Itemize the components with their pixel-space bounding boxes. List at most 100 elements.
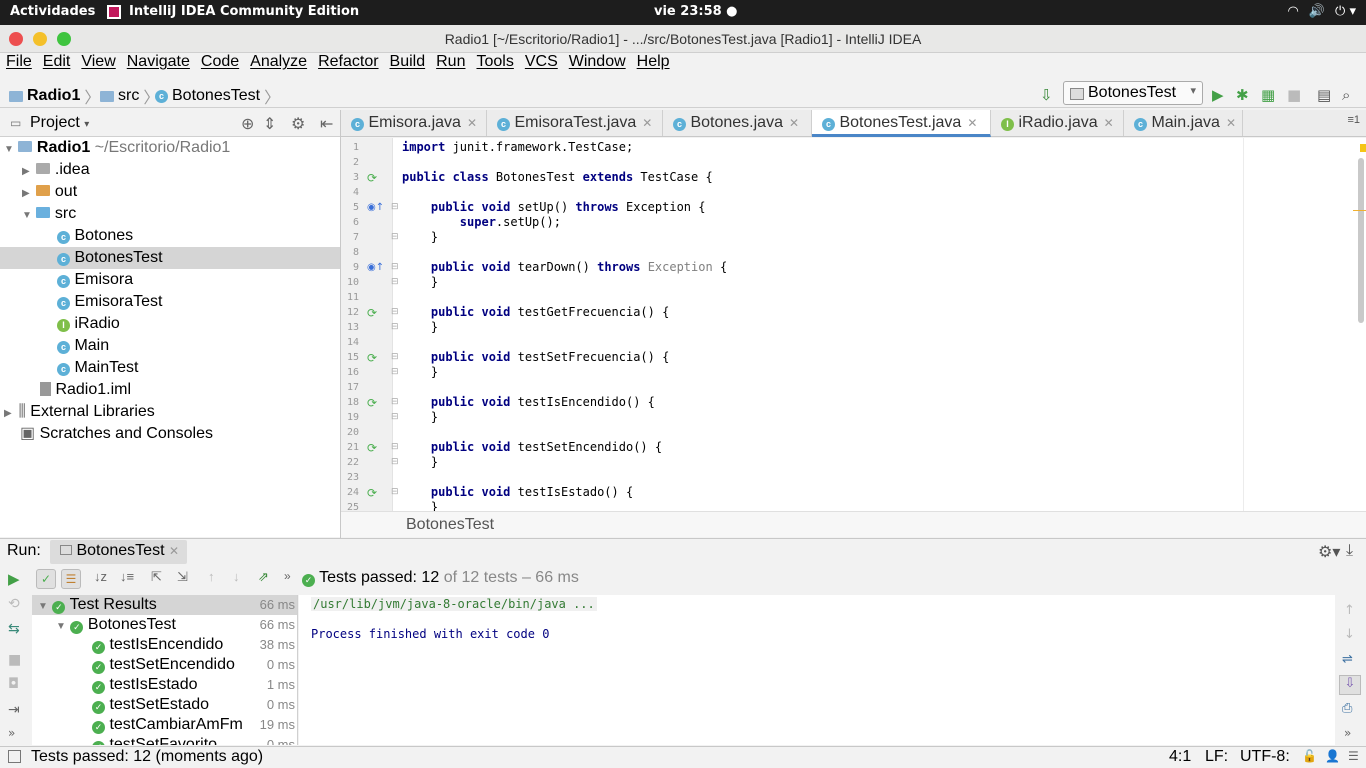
close-icon[interactable]: ✕ <box>467 116 477 130</box>
menu-view[interactable]: View <box>81 53 115 76</box>
file-encoding[interactable]: UTF-8: <box>1240 748 1290 766</box>
locate-icon[interactable]: ⊕ <box>241 114 254 134</box>
tree-node-external-libraries[interactable]: ▶ ⫼ External Libraries <box>0 401 340 423</box>
override-gutter-icon[interactable]: ◉↑ <box>367 262 384 273</box>
menu-file[interactable]: File <box>6 53 32 76</box>
fold-icon[interactable]: ⊟ <box>391 457 399 467</box>
tree-node-emisoratest[interactable]: c EmisoraTest <box>0 291 340 313</box>
rerun-failed-icon[interactable]: ⟲ <box>8 596 20 612</box>
collapse-all-icon[interactable]: ⇲ <box>177 569 188 585</box>
error-stripe-mark[interactable] <box>1353 210 1366 211</box>
menu-analyze[interactable]: Analyze <box>250 53 307 76</box>
menu-refactor[interactable]: Refactor <box>318 53 378 76</box>
print-icon[interactable]: ⎙ <box>1342 701 1352 716</box>
run-test-gutter-icon[interactable]: ⟳ <box>367 351 377 365</box>
menu-edit[interactable]: Edit <box>43 53 71 76</box>
run-configuration-select[interactable]: BotonesTest ▾ <box>1063 81 1203 105</box>
test-row[interactable]: ✓ testIsEncendido 38 ms <box>32 635 297 655</box>
code-editor[interactable] <box>393 138 1243 511</box>
close-icon[interactable]: ✕ <box>169 544 179 558</box>
show-passed-icon[interactable]: ✓ <box>36 569 56 589</box>
fold-icon[interactable]: ⊟ <box>391 307 399 317</box>
fold-icon[interactable]: ⊟ <box>391 262 399 272</box>
close-icon[interactable]: ✕ <box>789 116 799 130</box>
show-ignored-icon[interactable]: ☰ <box>61 569 81 589</box>
soft-wrap-icon[interactable]: ⇌ <box>1342 652 1353 667</box>
menu-run[interactable]: Run <box>436 53 465 76</box>
run-tab-botonestest[interactable]: BotonesTest ✕ <box>50 540 188 564</box>
run-test-gutter-icon[interactable]: ⟳ <box>367 306 377 320</box>
status-message[interactable]: Tests passed: 12 (moments ago) <box>31 748 263 766</box>
test-row[interactable]: ▼ ✓ BotonesTest 66 ms <box>32 615 297 635</box>
close-icon[interactable]: ✕ <box>1104 116 1114 130</box>
tree-node-idea[interactable]: ▶ .idea <box>0 159 340 181</box>
previous-failed-icon[interactable]: ↑ <box>208 569 215 584</box>
fold-icon[interactable]: ⊟ <box>391 487 399 497</box>
system-tray[interactable]: ◠ 🔊 ⏻ ▾ <box>1288 4 1356 19</box>
tree-node-main[interactable]: c Main <box>0 335 340 357</box>
vertical-scrollbar[interactable] <box>1358 158 1364 323</box>
close-icon[interactable]: ✕ <box>642 116 652 130</box>
close-icon[interactable]: ✕ <box>967 116 977 130</box>
test-row[interactable]: ▼ ✓ Test Results 66 ms <box>32 595 297 615</box>
stop-icon[interactable]: ■ <box>1287 86 1301 104</box>
override-gutter-icon[interactable]: ◉↑ <box>367 202 384 213</box>
search-icon[interactable]: ⌕ <box>1342 86 1350 104</box>
fold-icon[interactable]: ⊟ <box>391 322 399 332</box>
tree-node-botonestest[interactable]: c BotonesTest <box>0 247 340 269</box>
fold-icon[interactable]: ⊟ <box>391 442 399 452</box>
inspector-icon[interactable]: 👤 <box>1325 749 1340 763</box>
hide-panel-icon[interactable]: ⇤ <box>320 114 333 134</box>
run-test-gutter-icon[interactable]: ⟳ <box>367 486 377 500</box>
tab-iradio[interactable]: I iRadio.java ✕ <box>991 110 1124 136</box>
tree-node-out[interactable]: ▶ out <box>0 181 340 203</box>
test-row[interactable]: ✓ testSetEncendido 0 ms <box>32 655 297 675</box>
tree-node-botones[interactable]: c Botones <box>0 225 340 247</box>
tree-node-iradio[interactable]: I iRadio <box>0 313 340 335</box>
fold-icon[interactable]: ⊟ <box>391 352 399 362</box>
more-icon[interactable]: » <box>1344 726 1351 740</box>
debug-icon[interactable]: ✱ <box>1236 86 1249 104</box>
test-row[interactable]: ✓ testIsEstado 1 ms <box>32 675 297 695</box>
sort-by-duration-icon[interactable]: ↓≡ <box>120 569 134 584</box>
menu-vcs[interactable]: VCS <box>525 53 558 76</box>
tab-main[interactable]: c Main.java ✕ <box>1124 110 1243 136</box>
collapse-all-icon[interactable]: ⇕ <box>263 114 276 134</box>
next-failed-icon[interactable]: ↓ <box>233 569 240 584</box>
menu-code[interactable]: Code <box>201 53 239 76</box>
menu-navigate[interactable]: Navigate <box>127 53 190 76</box>
fold-icon[interactable]: ⊟ <box>391 367 399 377</box>
test-row[interactable]: ✓ testSetEstado 0 ms <box>32 695 297 715</box>
menu-build[interactable]: Build <box>390 53 426 76</box>
lock-icon[interactable]: 🔓 <box>1302 749 1317 763</box>
down-arrow-icon[interactable]: ↓ <box>1344 627 1355 642</box>
console-output[interactable]: /usr/lib/jvm/java-8-oracle/bin/java ... … <box>299 595 1335 745</box>
tab-botonestest[interactable]: c BotonesTest.java ✕ <box>812 110 991 137</box>
exit-icon[interactable]: ⇥ <box>8 702 20 718</box>
fold-icon[interactable]: ⊟ <box>391 397 399 407</box>
app-menu[interactable]: IntelliJ IDEA Community Edition <box>107 4 359 19</box>
tab-emisora[interactable]: c Emisora.java ✕ <box>341 110 487 136</box>
menu-tools[interactable]: Tools <box>476 53 513 76</box>
camera-icon[interactable]: ◘ <box>8 676 19 692</box>
settings-gear-icon[interactable]: ⚙▾ <box>1318 542 1340 562</box>
export-results-icon[interactable]: ⇗ <box>258 569 269 585</box>
tree-node-scratches[interactable]: ▣ Scratches and Consoles <box>0 423 340 445</box>
tree-node-radio1[interactable]: ▼ Radio1 ~/Escritorio/Radio1 <box>0 137 340 159</box>
hide-panel-icon[interactable]: ⤓ <box>1346 542 1353 560</box>
run-icon[interactable]: ▶ <box>1212 86 1224 104</box>
caret-position[interactable]: 4:1 <box>1169 748 1191 766</box>
tree-node-src[interactable]: ▼ src <box>0 203 340 225</box>
inspection-status-icon[interactable] <box>1360 144 1366 152</box>
close-icon[interactable]: ✕ <box>1226 116 1236 130</box>
line-separator[interactable]: LF: <box>1205 748 1228 766</box>
test-row[interactable]: ✓ testSetFavorito 0 ms <box>32 735 297 745</box>
editor-breadcrumb[interactable]: BotonesTest <box>341 511 1366 537</box>
build-icon[interactable]: ⇩ <box>1040 86 1053 104</box>
settings-gear-icon[interactable]: ⚙ <box>291 114 305 134</box>
test-row[interactable]: ✓ testCambiarAmFm 19 ms <box>32 715 297 735</box>
sort-alphabetically-icon[interactable]: ↓z <box>94 569 107 584</box>
expand-all-icon[interactable]: ⇱ <box>151 569 162 585</box>
run-test-gutter-icon[interactable]: ⟳ <box>367 441 377 455</box>
rerun-icon[interactable]: ▶ <box>8 570 20 588</box>
